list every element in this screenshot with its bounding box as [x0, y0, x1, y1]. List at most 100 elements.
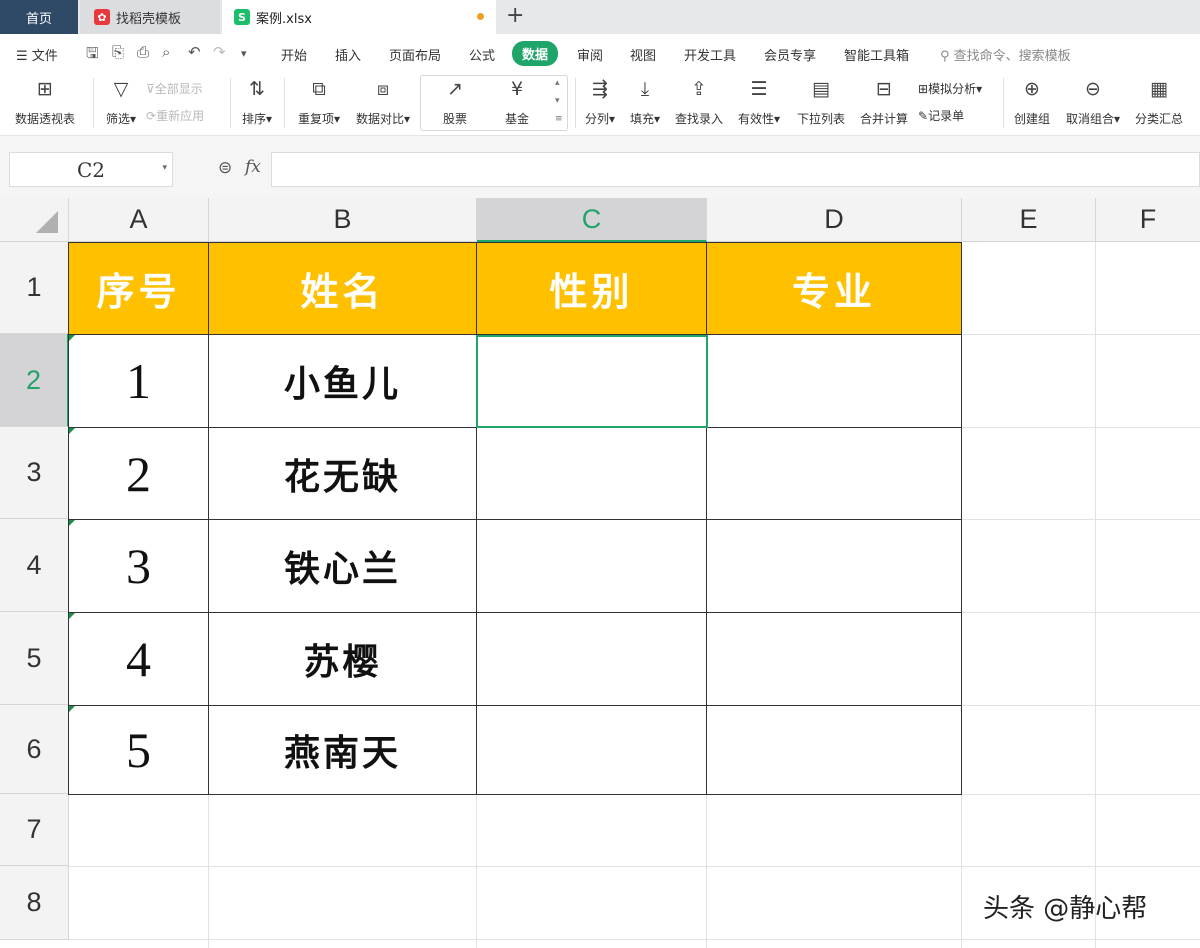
ungroup-button[interactable]: ⊖ 取消组合▾	[1061, 76, 1125, 127]
number-as-text-marker	[69, 335, 75, 341]
cell-no[interactable]: 1	[68, 334, 209, 428]
lookup-entry-button[interactable]: ⇪ 查找录入	[671, 76, 727, 127]
sort-label: 排序▾	[241, 112, 273, 126]
cell-major[interactable]	[706, 519, 962, 613]
gallery-up-icon[interactable]: ▴	[555, 78, 560, 88]
subtotal-button[interactable]: ▦ 分类汇总	[1131, 76, 1187, 127]
cell-gender[interactable]	[476, 519, 707, 613]
cell-no[interactable]: 4	[68, 612, 209, 706]
menu-start[interactable]: 开始	[281, 45, 307, 64]
spreadsheet-icon: S	[234, 9, 250, 25]
cell-gender[interactable]	[476, 705, 707, 795]
row-header-8[interactable]: 8	[0, 866, 69, 940]
cell-no[interactable]: 3	[68, 519, 209, 613]
cell-gender[interactable]	[476, 427, 707, 520]
create-group-button[interactable]: ⊕ 创建组	[1010, 76, 1054, 127]
menu-smart-toolbox[interactable]: 智能工具箱	[844, 45, 909, 64]
data-compare-label: 数据对比▾	[355, 112, 411, 126]
cell-name[interactable]: 花无缺	[208, 427, 477, 520]
cell-name[interactable]: 苏樱	[208, 612, 477, 706]
row-header-1[interactable]: 1	[0, 242, 69, 334]
column-header-e[interactable]: E	[962, 198, 1096, 242]
header-cell-gender[interactable]: 性别	[476, 242, 707, 335]
cell-name[interactable]: 小鱼儿	[208, 334, 477, 428]
pivot-table-button[interactable]: ⊞ 数据透视表	[10, 76, 80, 127]
menu-review[interactable]: 审阅	[577, 45, 603, 64]
row-header-6[interactable]: 6	[0, 705, 69, 794]
new-tab-button[interactable]: +	[506, 3, 524, 28]
duplicates-button[interactable]: ⧉ 重复项▾	[293, 76, 345, 127]
reapply-button[interactable]: ⟳重新应用	[146, 107, 204, 124]
row-header-5[interactable]: 5	[0, 612, 69, 705]
dropdown-list-button[interactable]: ▤ 下拉列表	[793, 76, 849, 127]
split-column-button[interactable]: ⇶ 分列▾	[581, 76, 619, 127]
fill-button[interactable]: ⤓ 填充▾	[626, 76, 664, 127]
row-header-4[interactable]: 4	[0, 519, 69, 612]
record-sheet-button[interactable]: ✎记录单	[918, 107, 964, 124]
stock-button[interactable]: ↗ 股票	[432, 76, 478, 127]
ungroup-icon: ⊖	[1085, 78, 1101, 100]
cell-gender[interactable]	[476, 612, 707, 706]
gallery-more-icon[interactable]: ≡	[555, 114, 563, 124]
name-box-dropdown-icon[interactable]: ▾	[162, 163, 167, 173]
formula-input[interactable]	[271, 152, 1200, 187]
cell-name[interactable]: 铁心兰	[208, 519, 477, 613]
gallery-down-icon[interactable]: ▾	[555, 96, 560, 106]
filter-button[interactable]: ▽ 筛选▾	[102, 76, 140, 127]
column-header-a[interactable]: A	[69, 198, 209, 242]
menu-member[interactable]: 会员专享	[764, 45, 816, 64]
cell-major[interactable]	[706, 427, 962, 520]
fund-button[interactable]: ¥ 基金	[494, 76, 540, 127]
cell-major[interactable]	[706, 705, 962, 795]
number-as-text-marker	[69, 520, 75, 526]
tab-home-label: 首页	[25, 11, 52, 27]
export-icon[interactable]: ⎘	[112, 43, 124, 61]
column-header-b[interactable]: B	[209, 198, 477, 242]
column-header-d[interactable]: D	[707, 198, 962, 242]
command-search[interactable]: ⚲ 查找命令、搜索模板	[940, 45, 1071, 64]
redo-icon[interactable]: ↷	[213, 43, 226, 61]
print-preview-icon[interactable]: ⌕	[162, 43, 170, 61]
header-cell-no[interactable]: 序号	[68, 242, 209, 335]
select-all-corner[interactable]	[0, 198, 69, 242]
cell-major[interactable]	[706, 612, 962, 706]
row-header-7[interactable]: 7	[0, 794, 69, 866]
pivot-table-label: 数据透视表	[14, 112, 75, 126]
cell-major[interactable]	[706, 334, 962, 428]
tab-home[interactable]: 首页	[0, 0, 78, 34]
zoom-formula-icon[interactable]: ⊜	[218, 158, 232, 178]
row-header-2[interactable]: 2	[0, 334, 69, 427]
menu-data[interactable]: 数据	[512, 41, 559, 66]
menu-formula[interactable]: 公式	[469, 45, 495, 64]
validity-button[interactable]: ☰ 有效性▾	[734, 76, 784, 127]
row-header-3[interactable]: 3	[0, 427, 69, 519]
active-cell-selection[interactable]	[476, 335, 708, 428]
name-box[interactable]: C2 ▾	[9, 152, 173, 187]
column-header-f[interactable]: F	[1096, 198, 1200, 242]
print-icon[interactable]: ⎙	[137, 43, 149, 61]
column-header-c[interactable]: C	[477, 198, 707, 242]
menu-developer[interactable]: 开发工具	[684, 45, 736, 64]
save-icon[interactable]: 🖫	[86, 43, 99, 68]
file-menu-button[interactable]: ☰ 文件	[16, 45, 58, 64]
cell-name[interactable]: 燕南天	[208, 705, 477, 795]
data-compare-button[interactable]: ⧈ 数据对比▾	[352, 76, 414, 127]
cell-no[interactable]: 5	[68, 705, 209, 795]
show-all-button[interactable]: ⊽全部显示	[146, 80, 203, 97]
header-cell-name[interactable]: 姓名	[208, 242, 477, 335]
cell-no[interactable]: 2	[68, 427, 209, 520]
menu-page-layout[interactable]: 页面布局	[389, 45, 441, 64]
quick-access-dropdown-icon[interactable]: ▾	[241, 47, 247, 60]
menu-view[interactable]: 视图	[630, 45, 656, 64]
header-cell-major[interactable]: 专业	[706, 242, 962, 335]
what-if-analysis-button[interactable]: ⊞模拟分析▾	[918, 80, 982, 97]
menu-insert[interactable]: 插入	[335, 45, 361, 64]
tab-template[interactable]: ✿ 找稻壳模板	[80, 0, 220, 34]
gridline	[69, 866, 1200, 867]
tab-file[interactable]: S 案例.xlsx	[222, 0, 496, 34]
yen-icon: ¥	[510, 78, 524, 100]
consolidate-button[interactable]: ⊟ 合并计算	[856, 76, 912, 127]
function-icon[interactable]: fx	[245, 157, 261, 177]
sort-button[interactable]: ⇅ 排序▾	[238, 76, 276, 127]
undo-icon[interactable]: ↶	[188, 43, 201, 61]
